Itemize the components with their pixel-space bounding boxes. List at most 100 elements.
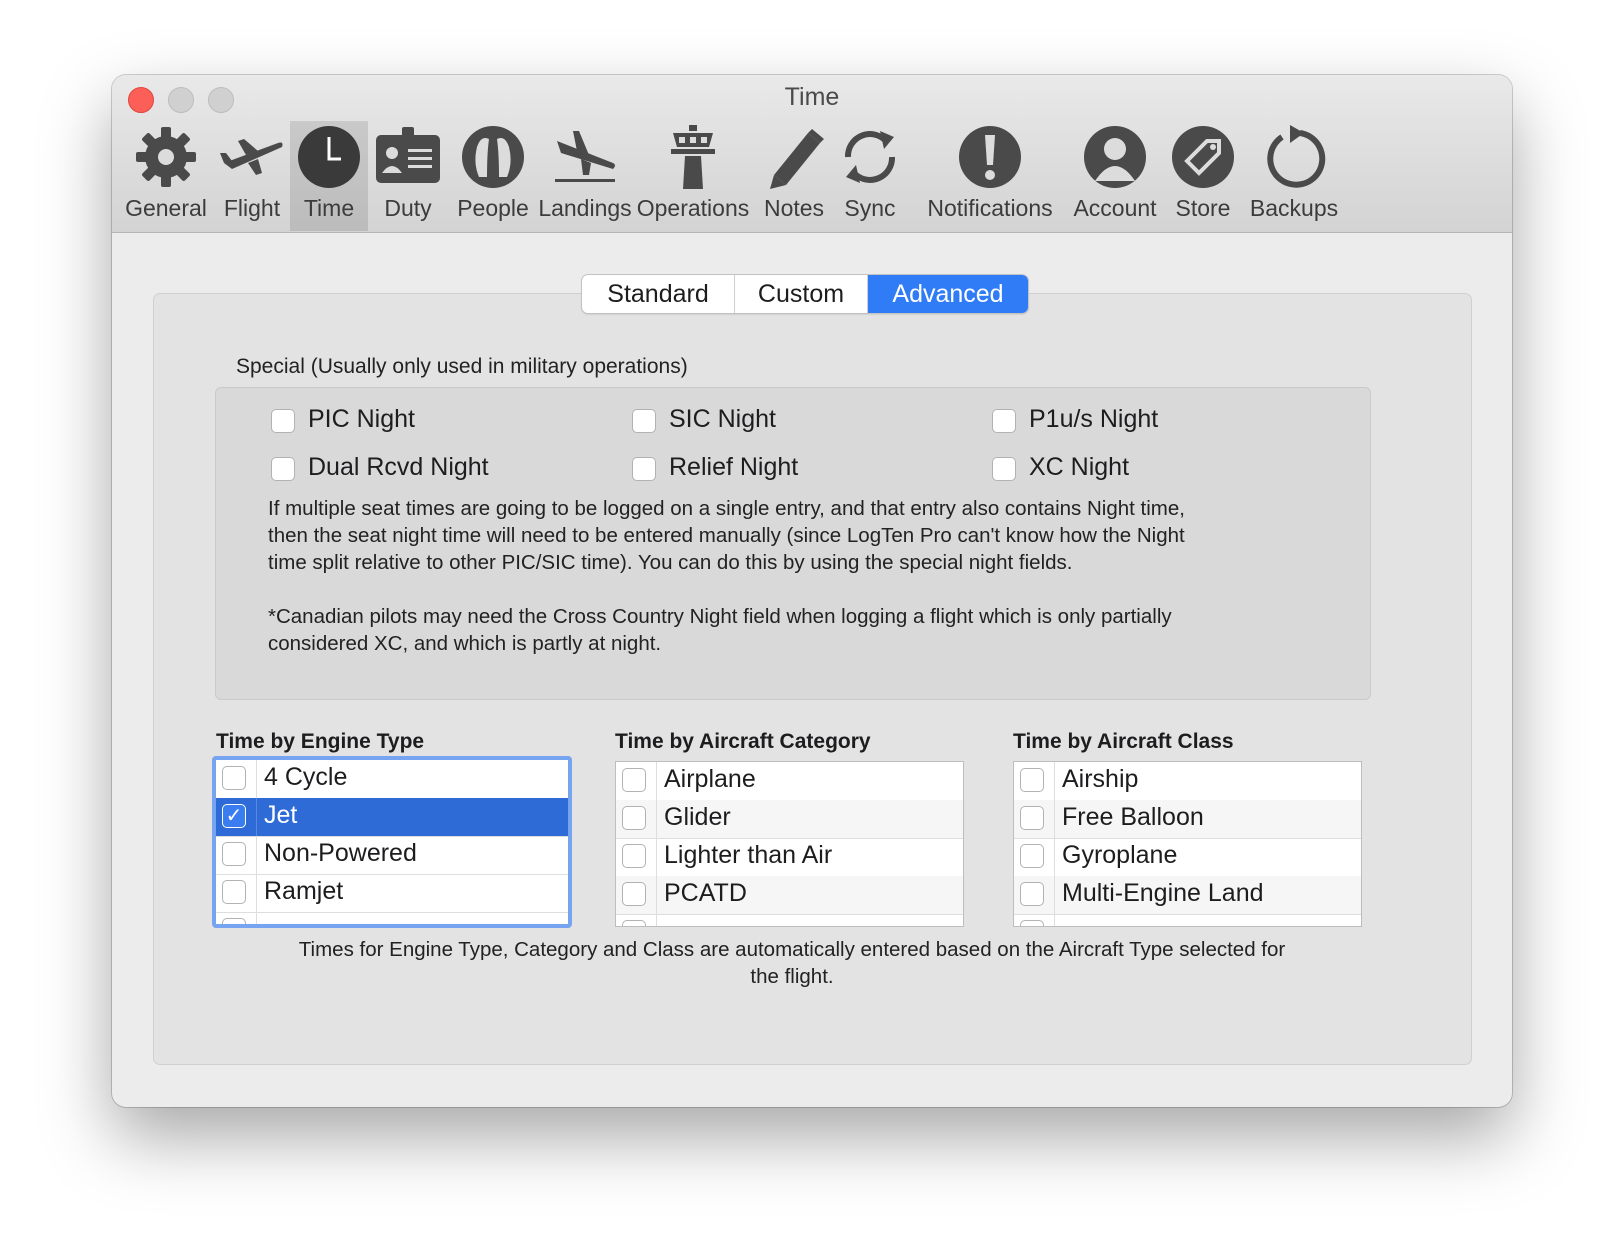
category-checkbox[interactable] — [622, 920, 646, 926]
category-checkbox[interactable] — [622, 882, 646, 906]
footer-note-line: Times for Engine Type, Category and Clas… — [298, 938, 1286, 961]
toolbar-notifications[interactable]: Notifications — [922, 121, 1058, 231]
row-label: Airplane — [664, 765, 756, 793]
toolbar-account[interactable]: Account — [1070, 121, 1160, 231]
footer-note: Times for Engine Type, Category and Clas… — [232, 936, 1352, 990]
row-divider — [256, 874, 257, 912]
list-item[interactable]: Airship — [1014, 762, 1361, 801]
toolbar-time[interactable]: Time — [290, 121, 368, 231]
description-line: time split relative to other PIC/SIC tim… — [268, 551, 1073, 574]
toolbar-operations[interactable]: Operations — [632, 121, 754, 231]
row-divider — [656, 838, 657, 876]
class-checkbox[interactable] — [1020, 806, 1044, 830]
toolbar-backups[interactable]: Backups — [1246, 121, 1342, 231]
engine-checkbox[interactable] — [222, 918, 246, 924]
toolbar-sync[interactable]: Sync — [834, 121, 906, 231]
toolbar-label: Duty — [384, 195, 432, 221]
pencil-icon — [770, 129, 824, 189]
checkmark-icon: ✓ — [225, 805, 243, 827]
category-checkbox[interactable] — [622, 806, 646, 830]
aircraft-category-title: Time by Aircraft Category — [615, 730, 871, 753]
row-label: Jet — [264, 801, 298, 829]
toolbar-label: Sync — [844, 195, 896, 221]
list-item[interactable]: Lighter than Air — [616, 838, 963, 877]
list-item[interactable]: Airplane — [616, 762, 963, 801]
toolbar-label: Time — [303, 195, 355, 221]
aircraft-class-title: Time by Aircraft Class — [1013, 730, 1234, 753]
toolbar-store[interactable]: Store — [1164, 121, 1242, 231]
list-item[interactable]: 4 Cycle — [216, 760, 568, 799]
engine-type-list[interactable]: 4 Cycle ✓ Jet Non-Powered Ramjet — [212, 756, 572, 928]
engine-checkbox[interactable] — [222, 766, 246, 790]
night-time-description: If multiple seat times are going to be l… — [268, 495, 1185, 576]
engine-checkbox[interactable] — [222, 880, 246, 904]
exclamation-icon — [959, 126, 1021, 188]
aircraft-category-list[interactable]: Airplane Glider Lighter than Air PCATD — [615, 761, 964, 927]
aircraft-class-list[interactable]: Airship Free Balloon Gyroplane Multi-Eng… — [1013, 761, 1362, 927]
row-label: PCATD — [664, 879, 747, 907]
list-item[interactable]: Multi-Engine Land — [1014, 876, 1361, 915]
pic-night-checkbox[interactable] — [271, 409, 295, 433]
xc-night-checkbox[interactable] — [992, 457, 1016, 481]
toolbar-people[interactable]: People — [448, 121, 538, 231]
row-label: Gyroplane — [1062, 841, 1178, 869]
class-checkbox[interactable] — [1020, 768, 1044, 792]
toolbar-general[interactable]: General — [118, 121, 214, 231]
sic-night-checkbox[interactable] — [632, 409, 656, 433]
toolbar-duty[interactable]: Duty — [368, 121, 448, 231]
row-label: Glider — [664, 803, 731, 831]
xc-night-label: XC Night — [1029, 453, 1130, 481]
list-item-partial[interactable] — [616, 914, 963, 926]
list-item[interactable]: Non-Powered — [216, 836, 568, 875]
list-item[interactable]: Ramjet — [216, 874, 568, 913]
list-item-partial[interactable] — [216, 912, 568, 924]
row-divider — [256, 760, 257, 798]
tag-icon — [1172, 126, 1234, 188]
preferences-window: Time General Flight Time Duty People Lan… — [112, 75, 1512, 1107]
list-item[interactable]: Gyroplane — [1014, 838, 1361, 877]
list-item[interactable]: PCATD — [616, 876, 963, 915]
class-checkbox[interactable] — [1020, 882, 1044, 906]
row-label: Ramjet — [264, 877, 344, 905]
class-checkbox[interactable] — [1020, 920, 1044, 926]
toolbar-label: People — [457, 195, 529, 221]
list-item[interactable]: Glider — [616, 800, 963, 839]
row-divider — [256, 836, 257, 874]
list-item[interactable]: ✓ Jet — [216, 798, 568, 837]
row-divider — [1054, 762, 1055, 800]
toolbar-label: Backups — [1249, 195, 1339, 221]
category-checkbox[interactable] — [622, 844, 646, 868]
list-item-partial[interactable] — [1014, 914, 1361, 926]
toolbar-label: Operations — [636, 195, 750, 221]
sic-night-label: SIC Night — [669, 405, 776, 433]
toolbar-landings[interactable]: Landings — [538, 121, 632, 231]
dual-rcvd-night-checkbox[interactable] — [271, 457, 295, 481]
class-checkbox[interactable] — [1020, 844, 1044, 868]
toolbar-flight[interactable]: Flight — [214, 121, 290, 231]
description-line: then the seat night time will need to be… — [268, 524, 1185, 547]
relief-night-label: Relief Night — [669, 453, 799, 481]
sync-arrows-icon — [845, 131, 895, 183]
tab-advanced[interactable]: Advanced — [868, 275, 1028, 313]
row-label: Multi-Engine Land — [1062, 879, 1264, 907]
toolbar-label: Notes — [763, 195, 825, 221]
row-divider — [656, 876, 657, 914]
people-icon — [462, 126, 524, 188]
row-divider — [256, 798, 257, 836]
p1us-night-checkbox[interactable] — [992, 409, 1016, 433]
toolbar-label: Store — [1175, 195, 1231, 221]
toolbar-notes[interactable]: Notes — [754, 121, 834, 231]
engine-checkbox[interactable] — [222, 842, 246, 866]
row-divider — [656, 762, 657, 800]
description-line: considered XC, and which is partly at ni… — [268, 632, 662, 655]
tab-custom[interactable]: Custom — [735, 275, 868, 313]
relief-night-checkbox[interactable] — [632, 457, 656, 481]
pic-night-label: PIC Night — [308, 405, 415, 433]
list-item[interactable]: Free Balloon — [1014, 800, 1361, 839]
row-label: Lighter than Air — [664, 841, 833, 869]
tab-standard[interactable]: Standard — [582, 275, 735, 313]
category-checkbox[interactable] — [622, 768, 646, 792]
toolbar-label: Notifications — [927, 195, 1053, 221]
row-label: 4 Cycle — [264, 763, 348, 791]
clock-icon — [298, 126, 360, 188]
